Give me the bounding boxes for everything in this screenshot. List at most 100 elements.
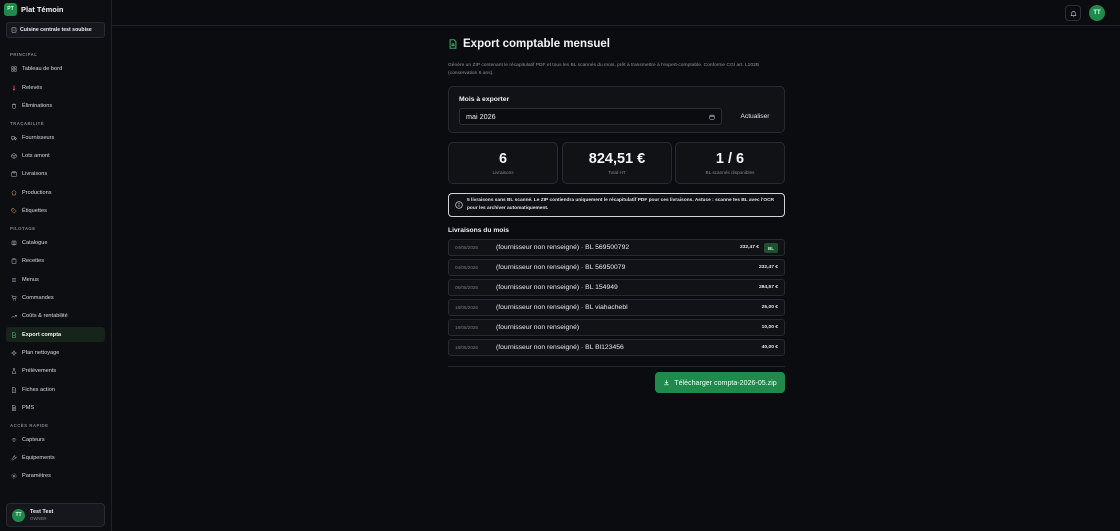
table-row[interactable]: 18/05/2026 (fournisseur non renseigné) ·… [448,299,785,316]
gear-icon [11,473,17,479]
stat-label: Livraisons [492,170,514,175]
download-icon [663,379,670,386]
row-label: (fournisseur non renseigné) · BL viahach… [496,304,628,311]
sidebar-item-label: Tableau de bord [22,65,63,72]
row-amount: 25,00 € [761,305,778,310]
sidebar-item-parametres[interactable]: Paramètres [6,468,105,483]
user-avatar-button[interactable]: TT [1089,5,1105,21]
sparkles-icon [11,349,17,356]
sidebar-item-menus[interactable]: Menus [6,272,105,287]
truck-icon [11,135,17,141]
tenant-selector[interactable]: Cuisine centrale test soubise [6,22,105,38]
page-header: Export comptable mensuel [448,38,610,50]
sidebar-item-fournisseurs[interactable]: Fournisseurs [6,130,105,145]
brand-logo: PT [4,2,17,16]
table-row[interactable]: 05/05/2026 (fournisseur non renseigné) ·… [448,279,785,296]
row-amount: 284,57 € [758,285,778,290]
row-date: 04/05/2026 [455,245,478,250]
bl-badge[interactable]: BL [764,243,778,253]
sidebar-item-prelevements[interactable]: Prélèvements [6,363,105,378]
section-label-principal: PRINCIPAL [10,52,38,57]
section-label-pilotage: PILOTAGE [10,226,36,231]
sidebar-item-label: Recettes [22,257,45,264]
section-label-acces-rapide: ACCÈS RAPIDE [10,423,49,428]
sidebar-item-recettes[interactable]: Recettes [6,253,105,268]
sidebar-item-label: Plan nettoyage [22,349,60,356]
wrench-icon [11,455,17,461]
sidebar-item-label: Menus [22,276,39,283]
row-date: 05/05/2026 [455,285,478,290]
sidebar-item-eliminations[interactable]: Éliminations [6,98,105,113]
sidebar-item-releves[interactable]: Relevés [6,80,105,95]
sidebar-item-couts-rentabilite[interactable]: Coûts & rentabilité [6,308,105,323]
stat-value: 6 [498,151,508,167]
package-icon [11,170,17,177]
sidebar-item-label: Étiquettes [22,207,47,214]
refresh-button[interactable]: Actualiser [732,109,778,123]
sidebar-item-fiches-action[interactable]: Fiches action [6,382,105,397]
sidebar-item-capteurs[interactable]: Capteurs [6,432,105,447]
notifications-button[interactable] [1065,5,1081,21]
sidebar-item-commandes[interactable]: Commandes [6,290,105,305]
sidebar-item-productions[interactable]: Productions [6,185,105,200]
thermometer-icon [11,84,17,91]
sidebar-item-equipements[interactable]: Équipements [6,450,105,465]
table-row[interactable]: 04/05/2026 (fournisseur non renseigné) ·… [448,239,785,256]
sidebar-item-label: Commandes [22,294,54,301]
sidebar-item-plan-nettoyage[interactable]: Plan nettoyage [6,345,105,360]
user-role: OWNER [30,516,47,521]
sidebar-item-label: Export compta [22,331,62,338]
row-amount: 232,47 € [758,265,778,270]
row-date: 04/05/2026 [455,265,478,270]
sidebar-item-livraisons[interactable]: Livraisons [6,166,105,181]
menu-icon [11,277,17,283]
sidebar-item-label: Coûts & rentabilité [22,312,68,319]
user-name: Test Test [30,509,54,515]
sidebar-item-label: Lots amont [22,152,50,159]
calendar-icon[interactable] [709,114,715,120]
row-label: (fournisseur non renseigné) · BL 5695007… [496,264,626,271]
page-title: Export comptable mensuel [463,38,610,50]
row-amount: 10,00 € [761,325,778,330]
sidebar-item-catalogue[interactable]: Catalogue [6,235,105,250]
download-zip-button[interactable]: Télécharger compta-2026-05.zip [655,372,785,393]
building-icon [11,27,17,33]
table-row[interactable]: 04/05/2026 (fournisseur non renseigné) ·… [448,259,785,276]
stat-value: 1 / 6 [715,151,745,167]
row-label: (fournisseur non renseigné) · BL Bl12345… [496,344,624,351]
sidebar-item-export-compta[interactable]: Export compta [6,327,105,342]
sidebar-item-label: Prélèvements [22,367,57,374]
chef-icon [11,190,17,196]
table-row[interactable]: 18/05/2026 (fournisseur non renseigné) ·… [448,339,785,356]
cart-icon [11,295,17,301]
sidebar-item-label: Catalogue [22,239,48,246]
sidebar-item-lots-amont[interactable]: Lots amont [6,148,105,163]
layout-grid-icon [11,66,17,72]
info-icon [455,201,463,209]
avatar: TT [12,508,25,522]
alert-file-icon [11,386,17,393]
document-icon [11,404,17,411]
sidebar-item-label: Fiches action [22,386,55,393]
month-input[interactable]: mai 2026 [459,108,722,125]
app-name: Plat Témoin [21,4,64,14]
stat-card-bl-scannes: 1 / 6 BL scannés disponibles [675,142,785,184]
sidebar: PT Plat Témoin Cuisine centrale test sou… [0,0,112,531]
page-description: Génère un ZIP contenant le récapitulatif… [448,63,760,76]
trending-up-icon [11,313,17,319]
wifi-icon [11,437,17,443]
month-label: Mois à exporter [459,96,510,103]
alert-text: 5 livraisons sans BL scanné. Le ZIP cont… [467,198,774,211]
sidebar-item-label: Capteurs [22,436,45,443]
brand[interactable]: PT Plat Témoin [4,2,64,16]
row-label: (fournisseur non renseigné) [496,324,580,331]
topbar: TT [112,0,1120,26]
sidebar-item-pms[interactable]: PMS [6,400,105,415]
user-card[interactable]: TT Test Test OWNER [6,503,105,527]
sidebar-item-label: Fournisseurs [22,134,55,141]
sidebar-item-tableau-de-bord[interactable]: Tableau de bord [6,61,105,76]
month-value: mai 2026 [466,112,496,121]
file-export-icon [11,331,17,338]
sidebar-item-etiquettes[interactable]: Étiquettes [6,203,105,218]
table-row[interactable]: 18/05/2026 (fournisseur non renseigné) 1… [448,319,785,336]
